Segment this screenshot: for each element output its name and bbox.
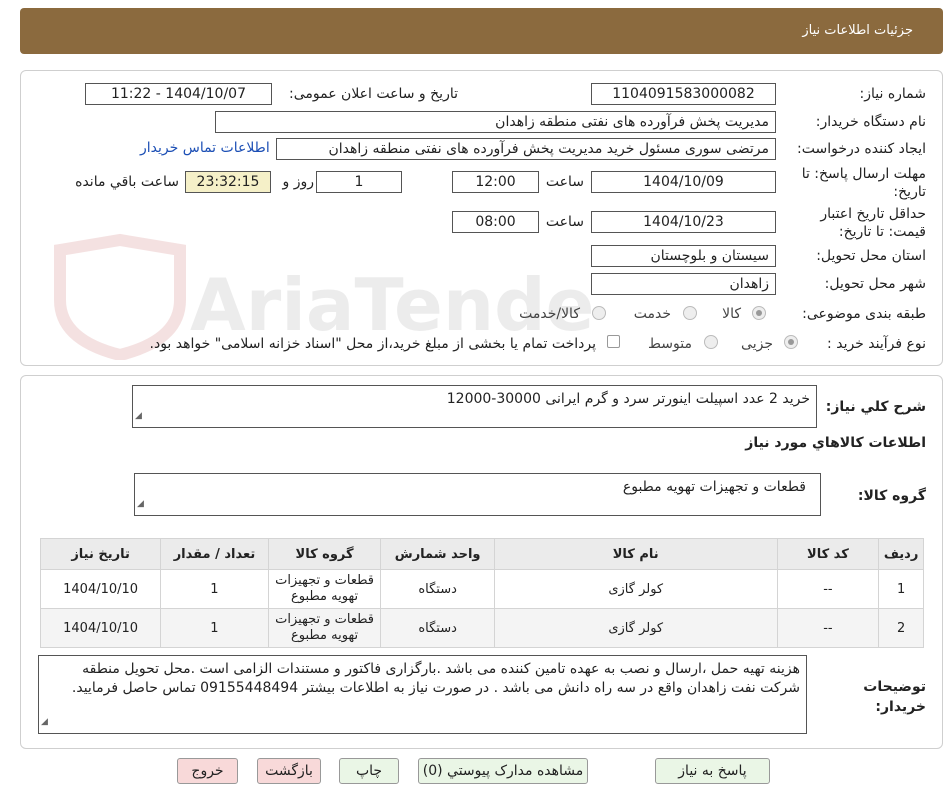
buyer-org-field: مدیریت پخش فرآورده های نفتی منطقه زاهدان [215,111,776,133]
province-label: استان محل تحویل: [816,248,926,264]
col-header-code: کد کالا [776,538,880,570]
page-header: جزئیات اطلاعات نیاز [20,8,943,54]
purchase-radio-minor[interactable] [784,335,798,349]
days-label: روز و [282,174,315,190]
cell-row-number: 1 [878,569,924,609]
cell-name: کولر گازی [493,608,778,648]
validity-label: حداقل تاریخ اعتبار قیمت: تا تاریخ: [820,206,926,240]
col-header-name: نام کالا [493,538,778,570]
creator-field: مرتضی سوری مسئول خرید مدیریت پخش فرآورده… [276,138,776,160]
back-button[interactable]: بازگشت [257,758,321,784]
days-field: 1 [316,171,402,193]
need-number-label: شماره نیاز: [859,86,927,102]
buyer-org-label: نام دستگاه خریدار: [815,114,926,130]
goods-group-label: گروه کالا: [857,488,926,504]
resize-grip-icon[interactable]: ◢ [135,407,142,426]
remaining-time-field: 23:32:15 [185,171,271,193]
resize-grip-icon[interactable]: ◢ [41,713,48,732]
purchase-radio-medium[interactable] [704,335,718,349]
cell-code: -- [776,608,880,648]
announce-label: تاریخ و ساعت اعلان عمومی: [289,86,458,102]
province-field: سیستان و بلوچستان [591,245,776,267]
cell-unit: دستگاه [380,569,495,609]
summary-text: خرید 2 عدد اسپیلت اینورتر سرد و گرم ایرا… [446,391,810,407]
need-number-field: 1104091583000082 [591,83,776,105]
goods-group-textarea: قطعات و تجهیزات تهویه مطبوع ◢ [134,473,821,516]
col-header-group: گروه کالا [267,538,382,570]
summary-label: شرح کلي نیاز: [825,399,926,415]
reply-button[interactable]: پاسخ به نیاز [655,758,770,784]
cell-group: قطعات و تجهیزات تهویه مطبوع [267,569,382,609]
buyer-notes-textarea: هزینه تهیه حمل ،ارسال و نصب به عهده تامی… [38,655,807,734]
col-header-unit: واحد شمارش [380,538,495,570]
cell-code: -- [776,569,880,609]
cell-date: 1404/10/10 [39,608,162,648]
items-table: ردیف کد کالا نام کالا واحد شمارش گروه کا… [39,538,924,648]
deadline-time-label: ساعت [545,174,584,190]
purchase-type-label: نوع فرآیند خرید : [827,336,926,352]
purchase-option-medium: متوسط [648,336,692,352]
page-title: جزئیات اطلاعات نیاز [802,23,913,38]
attachments-button[interactable]: مشاهده مدارک پیوستي (0) [418,758,588,784]
buyer-notes-label: توضیحات خریدار: [863,679,926,715]
cell-quantity: 1 [160,569,269,609]
table-header-row: ردیف کد کالا نام کالا واحد شمارش گروه کا… [39,538,924,570]
cell-date: 1404/10/10 [39,569,162,609]
summary-textarea: خرید 2 عدد اسپیلت اینورتر سرد و گرم ایرا… [132,385,817,428]
cell-unit: دستگاه [380,608,495,648]
category-option-goods-service: کالا/خدمت [519,306,580,322]
announce-field: 1404/10/07 - 11:22 [85,83,272,105]
exit-button[interactable]: خروج [177,758,238,784]
category-label: طبقه بندی موضوعی: [802,306,926,322]
city-label: شهر محل تحویل: [824,276,926,292]
payment-note: پرداخت تمام یا بخشی از مبلغ خرید،از محل … [149,336,596,352]
cell-quantity: 1 [160,608,269,648]
validity-time-label: ساعت [545,214,584,230]
deadline-time-field: 12:00 [452,171,539,193]
goods-info-title: اطلاعات کالاهاي مورد نیاز [745,435,926,451]
deadline-label: مهلت ارسال پاسخ: تا تاریخ: [801,166,926,200]
remaining-label: ساعت باقي مانده [75,174,179,190]
deadline-date-field: 1404/10/09 [591,171,776,193]
table-row[interactable]: 1 -- کولر گازی دستگاه قطعات و تجهیزات ته… [39,569,924,609]
buyer-notes-text: هزینه تهیه حمل ،ارسال و نصب به عهده تامی… [71,661,800,696]
col-header-date: تاریخ نیاز [39,538,162,570]
table-row[interactable]: 2 -- کولر گازی دستگاه قطعات و تجهیزات ته… [39,608,924,648]
city-field: زاهدان [591,273,776,295]
creator-label: ایجاد کننده درخواست: [797,141,926,157]
cell-name: کولر گازی [493,569,778,609]
buyer-contact-link[interactable]: اطلاعات تماس خریدار [140,140,270,156]
category-option-goods: کالا [722,306,741,322]
treasury-checkbox[interactable] [607,335,620,348]
validity-time-field: 08:00 [452,211,539,233]
validity-date-field: 1404/10/23 [591,211,776,233]
category-radio-goods[interactable] [752,306,766,320]
col-header-quantity: تعداد / مقدار [160,538,269,570]
category-radio-service[interactable] [683,306,697,320]
col-header-row-number: ردیف [878,538,924,570]
purchase-option-minor: جزیی [741,336,773,352]
cell-row-number: 2 [878,608,924,648]
category-option-service: خدمت [633,306,671,322]
cell-group: قطعات و تجهیزات تهویه مطبوع [267,608,382,648]
resize-grip-icon[interactable]: ◢ [137,495,144,514]
goods-group-text: قطعات و تجهیزات تهویه مطبوع [622,479,806,495]
print-button[interactable]: چاپ [339,758,399,784]
category-radio-goods-service[interactable] [592,306,606,320]
